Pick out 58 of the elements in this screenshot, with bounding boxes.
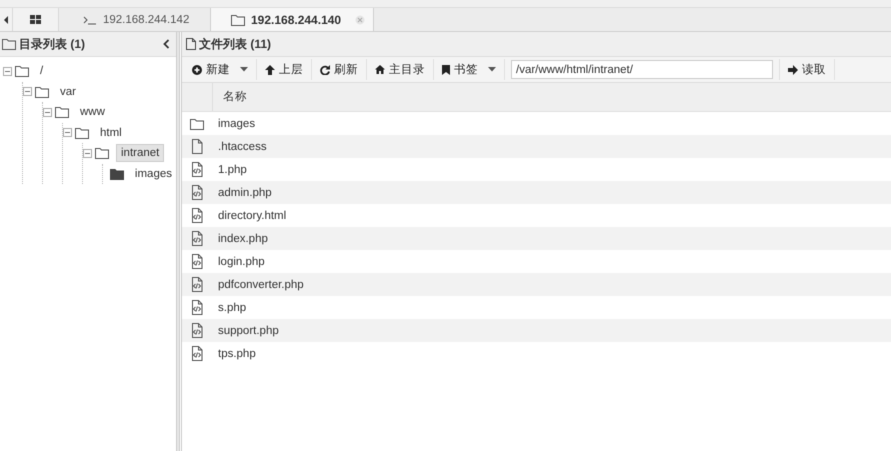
code-file-icon	[191, 277, 203, 292]
grid-button[interactable]	[13, 8, 59, 31]
arrow-right-icon	[788, 64, 798, 74]
folder-icon	[190, 118, 204, 130]
code-file-icon	[191, 300, 203, 315]
panel-title: 目录列表 (1)	[19, 36, 85, 52]
collapse-button[interactable]	[163, 39, 170, 49]
tree-item[interactable]: /	[36, 63, 48, 80]
home-icon	[375, 65, 385, 74]
file-icon	[186, 38, 196, 50]
path-field[interactable]: /var/www/html/intranet/	[511, 60, 773, 79]
chevron-left-icon	[163, 39, 170, 49]
code-file-icon	[191, 185, 203, 200]
file-name[interactable]: tps.php	[212, 348, 256, 360]
panel-title: 文件列表 (11)	[199, 36, 272, 52]
code-file-icon	[191, 208, 203, 223]
grid-icon	[30, 14, 41, 24]
file-name[interactable]: admin.php	[212, 186, 272, 198]
scroll-left-button[interactable]	[0, 8, 13, 31]
tree-item[interactable]: www	[76, 104, 109, 120]
file-name[interactable]: directory.html	[212, 210, 286, 222]
file-name[interactable]: 1.php	[212, 164, 247, 176]
file-name[interactable]: s.php	[212, 302, 246, 314]
folder-icon	[231, 14, 245, 26]
tree-item[interactable]: images	[130, 166, 176, 182]
tree-item[interactable]: intranet	[116, 144, 164, 162]
file-name[interactable]: support.php	[212, 324, 279, 336]
file-icon	[191, 139, 203, 154]
tree-item[interactable]: var	[56, 84, 80, 100]
toolbar-button[interactable]: 新建	[184, 59, 257, 80]
bookmark-icon	[442, 64, 450, 74]
code-file-icon	[191, 162, 203, 177]
column-header[interactable]: 名称	[213, 83, 257, 111]
file-name[interactable]: .htaccess	[212, 140, 267, 152]
code-file-icon	[191, 254, 203, 269]
toolbar-button[interactable]: 上层	[257, 59, 312, 80]
caret-down-icon	[488, 67, 496, 72]
tab[interactable]: 192.168.244.140	[211, 8, 374, 31]
file-name[interactable]: index.php	[212, 232, 268, 244]
file-name[interactable]: login.php	[212, 256, 265, 268]
code-file-icon	[191, 231, 203, 246]
code-file-icon	[191, 346, 203, 361]
add-icon	[192, 64, 202, 74]
tree-item[interactable]: html	[96, 124, 126, 141]
folder-icon	[2, 38, 16, 50]
file-name[interactable]: images	[212, 118, 256, 130]
toolbar-button[interactable]: 刷新	[312, 59, 367, 80]
close-icon	[355, 14, 366, 24]
caret-left-icon	[4, 16, 8, 24]
file-name[interactable]: pdfconverter.php	[212, 278, 304, 290]
toolbar-button[interactable]: 主目录	[367, 59, 434, 80]
toolbar-button[interactable]: 书签	[434, 59, 505, 80]
code-file-icon	[191, 323, 203, 338]
terminal-icon	[83, 14, 97, 24]
arrow-up-icon	[265, 64, 275, 74]
caret-down-icon	[240, 67, 248, 72]
read-button[interactable]: 读取	[779, 59, 835, 80]
refresh-icon	[320, 64, 330, 74]
